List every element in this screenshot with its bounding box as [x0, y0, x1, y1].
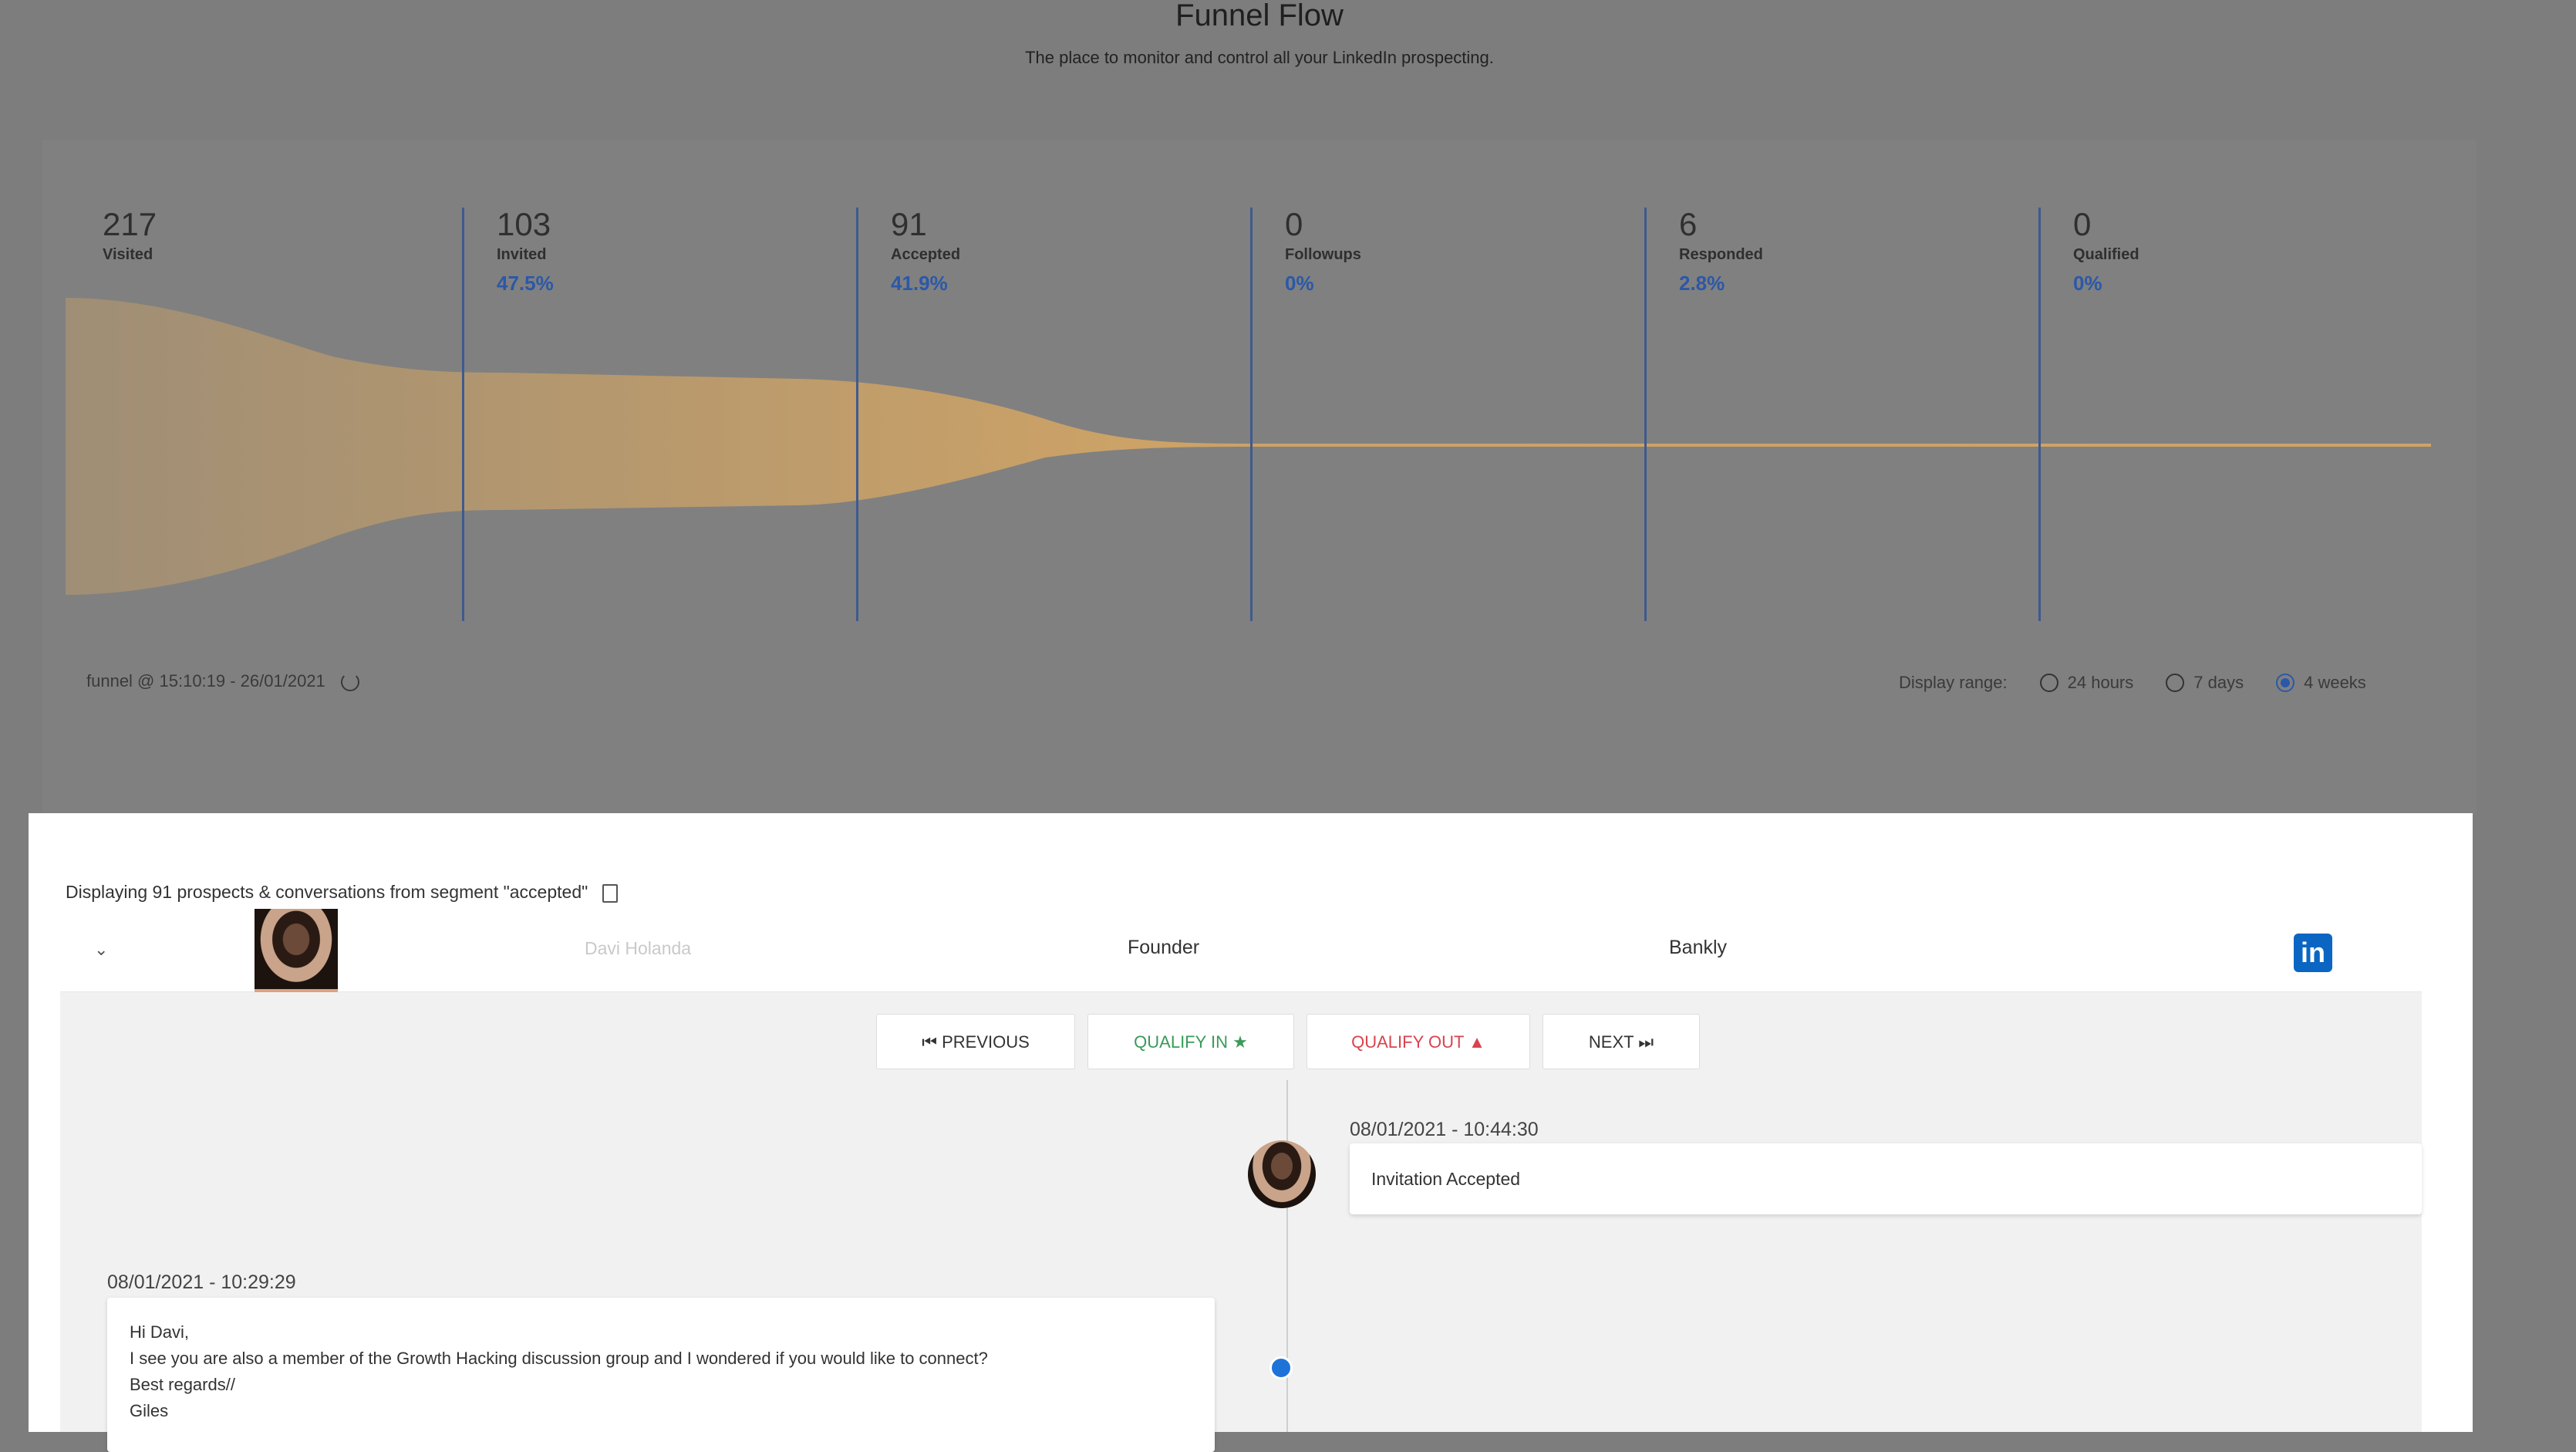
page-title: Funnel Flow	[1175, 0, 1344, 32]
stage-responded: 6 Responded 2.8%	[1679, 208, 1763, 295]
previous-button[interactable]: ⏮ PREVIOUS	[876, 1014, 1075, 1069]
prospect-company: Bankly	[1669, 937, 1728, 958]
stage-percent: 0%	[2073, 272, 2102, 295]
message-timestamp: 08/01/2021 - 10:44:30	[1350, 1119, 1539, 1140]
next-button[interactable]: NEXT ⏭	[1543, 1014, 1700, 1069]
range-radio-24-hours[interactable]	[2039, 674, 2058, 692]
message-line: I see you are also a member of the Growt…	[130, 1349, 988, 1368]
display-range: Display range: 24 hours 7 days 4 weeks	[1899, 673, 2366, 693]
stage-name: Qualified	[2073, 246, 2139, 263]
range-radio-4-weeks[interactable]	[2276, 674, 2295, 692]
linkedin-icon[interactable]: in	[2294, 934, 2332, 972]
message-bubble: Invitation Accepted	[1350, 1143, 2422, 1214]
stage-name: Invited	[497, 246, 547, 263]
prospect-name: Davi Holanda	[585, 938, 692, 958]
stage-percent: 41.9%	[891, 272, 948, 295]
stage-count: 0	[1285, 206, 1303, 242]
stage-count: 103	[497, 206, 551, 242]
stage-name: Accepted	[891, 246, 961, 263]
stage-name: Visited	[103, 246, 153, 263]
refresh-icon[interactable]	[340, 673, 359, 692]
stage-count: 217	[103, 206, 157, 242]
stage-percent: 47.5%	[497, 272, 554, 295]
timeline-line	[1286, 1080, 1288, 1432]
qualify-in-button[interactable]: QUALIFY IN ★	[1087, 1014, 1294, 1069]
prospect-title: Founder	[1128, 937, 1200, 958]
stage-count: 91	[891, 206, 927, 242]
display-range-label: Display range:	[1899, 673, 2008, 692]
message-line: Giles	[130, 1401, 169, 1420]
range-radio-7-days[interactable]	[2166, 674, 2185, 692]
message-line: Best regards//	[130, 1375, 235, 1394]
stage-name: Followups	[1285, 246, 1361, 263]
funnel-card: 217 Visited 103 Invited 47.5% 91 Accepte…	[42, 140, 2477, 815]
message-bubble: Hi Davi, I see you are also a member of …	[107, 1298, 1215, 1452]
prospect-row[interactable]	[60, 907, 2422, 993]
segment-summary-text: Displaying 91 prospects & conversations …	[66, 882, 588, 902]
chevron-down-icon[interactable]: ⌄	[94, 940, 108, 960]
stage-visited: 217 Visited	[103, 208, 157, 264]
stage-qualified: 0 Qualified 0%	[2073, 208, 2139, 295]
range-option-24-hours[interactable]: 24 hours	[2068, 673, 2134, 693]
avatar	[255, 909, 338, 992]
segment-summary: Displaying 91 prospects & conversations …	[66, 882, 618, 903]
timeline-dot	[1269, 1356, 1293, 1379]
stage-invited: 103 Invited 47.5%	[497, 208, 554, 295]
stage-divider	[2038, 208, 2041, 621]
stage-divider	[1250, 208, 1253, 621]
range-option-7-days[interactable]: 7 days	[2193, 673, 2244, 693]
stage-count: 6	[1679, 206, 1698, 242]
range-option-4-weeks[interactable]: 4 weeks	[2304, 673, 2366, 693]
stage-divider	[462, 208, 464, 621]
funnel-timestamp-label: funnel @ 15:10:19 - 26/01/2021	[86, 671, 325, 691]
stage-percent: 2.8%	[1679, 272, 1725, 295]
stage-divider	[856, 208, 858, 621]
stage-accepted: 91 Accepted 41.9%	[891, 208, 960, 295]
page-subtitle: The place to monitor and control all you…	[1025, 48, 1494, 67]
funnel-flow-path	[66, 298, 2431, 595]
funnel-timestamp: funnel @ 15:10:19 - 26/01/2021	[86, 671, 359, 692]
message-timestamp: 08/01/2021 - 10:29:29	[107, 1271, 296, 1293]
stage-name: Responded	[1679, 246, 1763, 263]
qualify-out-button[interactable]: QUALIFY OUT ▲	[1307, 1014, 1530, 1069]
stage-followups: 0 Followups 0%	[1285, 208, 1361, 295]
copy-icon[interactable]	[602, 883, 618, 903]
stage-divider	[1644, 208, 1647, 621]
avatar	[1248, 1140, 1316, 1208]
stage-percent: 0%	[1285, 272, 1314, 295]
stage-count: 0	[2073, 206, 2092, 242]
message-line: Hi Davi,	[130, 1322, 190, 1342]
